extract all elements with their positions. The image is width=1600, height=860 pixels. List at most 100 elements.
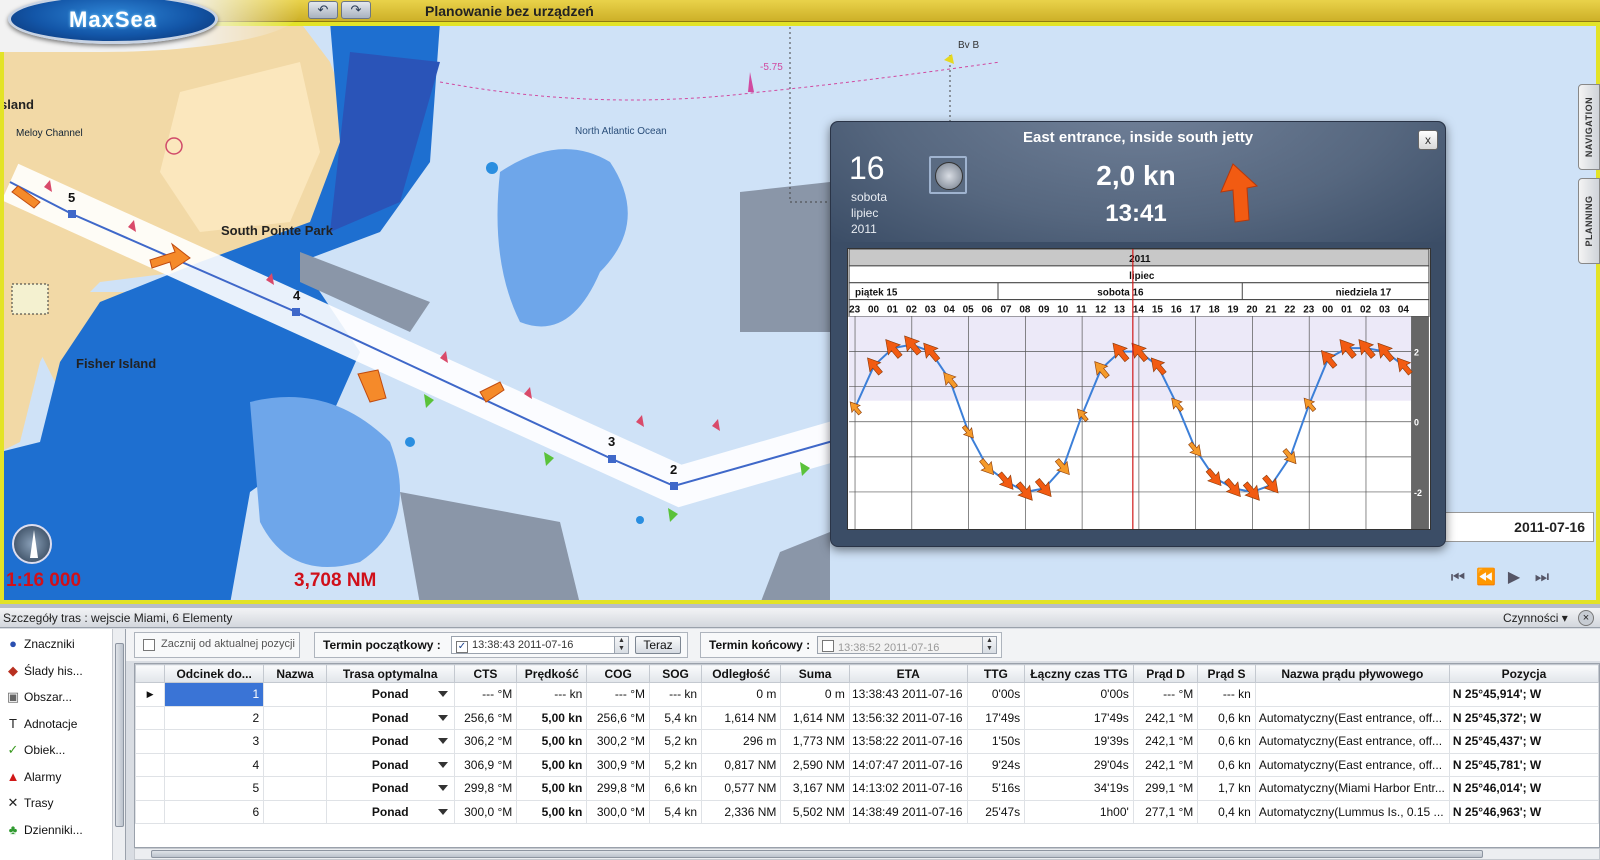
undo-icon: ↶ <box>317 2 329 17</box>
table-cell[interactable]: Ponad <box>325 776 455 801</box>
start-time-group: Termin początkowy : ✓ 13:38:43 2011-07-16… <box>314 632 688 658</box>
tidal-current-chart[interactable]: 2011lipiecpiątek 15 sobota 16 niedziela 17… <box>847 248 1431 530</box>
table-row[interactable]: 4 Ponad 306,9 °M 5,00 kn 300,9 °M 5,2 kn 0,817… <box>135 752 1599 777</box>
table-cell: 299,8 °M <box>586 776 651 801</box>
table-horizontal-scrollbar[interactable] <box>134 848 1600 860</box>
table-cell: 5,4 kn <box>649 705 703 730</box>
table-cell: 5,00 kn <box>516 705 588 730</box>
table-cell: 25'47s <box>966 799 1026 824</box>
column-header[interactable]: Trasa optymalna <box>325 664 455 683</box>
sidebar-item-7[interactable]: ✕ Trasy <box>0 790 112 816</box>
column-header[interactable]: Prąd S <box>1197 664 1256 683</box>
table-cell: 0,6 kn <box>1197 752 1256 777</box>
sidebar-item-label: Alarmy <box>24 769 62 784</box>
column-header[interactable]: SOG <box>649 664 703 683</box>
column-header[interactable]: COG <box>586 664 651 683</box>
north-arrow-icon[interactable] <box>12 524 52 564</box>
dropdown-arrow-icon[interactable] <box>437 808 448 815</box>
start-time-checkbox[interactable]: ✓ <box>456 641 468 653</box>
table-cell: 0,577 NM <box>701 776 782 801</box>
waypoint-2-label[interactable]: 2 <box>670 462 677 477</box>
skip-start-icon[interactable]: ⏮ <box>1446 566 1470 590</box>
column-header[interactable]: Odległość <box>701 664 782 683</box>
table-cell[interactable]: Ponad <box>325 752 455 777</box>
column-header[interactable]: ETA <box>848 664 968 683</box>
column-header[interactable]: CTS <box>453 664 518 683</box>
play-icon[interactable]: ▶ <box>1502 566 1526 590</box>
table-cell: 2,590 NM <box>780 752 850 777</box>
table-cell: 0,4 kn <box>1197 799 1256 824</box>
actions-menu[interactable]: Czynności ▾ <box>1503 611 1568 625</box>
hour-label: 03 <box>925 305 937 316</box>
popup-close-button[interactable]: x <box>1418 130 1438 150</box>
column-header[interactable]: Pozycja <box>1448 664 1599 683</box>
current-direction-arrow-icon <box>1220 163 1259 223</box>
dropdown-arrow-icon[interactable] <box>437 691 448 697</box>
sidebar-item-8[interactable]: ♣ Dzienniki... <box>0 817 112 843</box>
end-time-checkbox[interactable] <box>822 640 834 652</box>
column-header[interactable]: Nazwa prądu pływowego <box>1254 664 1450 683</box>
sidebar-item-2[interactable]: ◆ Ślady his... <box>0 658 112 684</box>
table-cell[interactable]: Ponad <box>325 682 455 707</box>
table-cell[interactable]: Ponad <box>325 705 455 730</box>
sidebar-scrollbar[interactable] <box>112 629 125 860</box>
table-row[interactable]: ▶ 1 Ponad --- °M --- kn --- °M --- kn 0 m0 m 13:… <box>135 682 1599 707</box>
column-header[interactable]: Łączny czas TTG <box>1024 664 1134 683</box>
table-cell: --- °M <box>586 682 651 707</box>
route-time-controls: Zacznij od aktualnej pozycji Termin pocz… <box>126 629 1600 661</box>
skip-end-icon[interactable]: ⏭ <box>1530 566 1554 590</box>
table-cell[interactable]: Ponad <box>325 729 455 754</box>
clock-icon[interactable] <box>929 156 967 194</box>
end-time-spinner[interactable]: ▲ ▼ <box>982 637 996 653</box>
table-cell[interactable]: Ponad <box>325 799 455 824</box>
waypoint-4-label[interactable]: 4 <box>293 288 300 303</box>
redo-button[interactable]: ↷ <box>341 1 371 19</box>
column-header[interactable]: TTG <box>966 664 1026 683</box>
waypoint-3-label[interactable]: 3 <box>608 434 615 449</box>
undo-button[interactable]: ↶ <box>308 1 338 19</box>
scrollbar-thumb[interactable] <box>151 850 1483 858</box>
column-header[interactable]: Prąd D <box>1132 664 1199 683</box>
table-row[interactable]: 5 Ponad 299,8 °M 5,00 kn 299,8 °M 6,6 kn 0,577… <box>135 776 1599 801</box>
sidebar-item-5[interactable]: ✓ Obiek... <box>0 737 112 763</box>
sidebar-item-1[interactable]: ● Znaczniki <box>0 631 112 657</box>
dropdown-arrow-icon[interactable] <box>437 785 448 791</box>
table-row[interactable]: 3 Ponad 306,2 °M 5,00 kn 300,2 °M 5,2 kn 296 m… <box>135 729 1599 754</box>
end-time-field[interactable]: 13:38:52 2011-07-16 ▲ ▼ <box>817 636 997 654</box>
sidebar-item-4[interactable]: T Adnotacje <box>0 711 112 737</box>
table-cell: --- kn <box>649 682 703 707</box>
waypoint-5-marker <box>68 210 76 218</box>
dropdown-arrow-icon[interactable] <box>437 714 448 721</box>
start-time-spinner[interactable]: ▲ ▼ <box>614 637 628 653</box>
table-row[interactable]: 2 Ponad 256,6 °M 5,00 kn 256,6 °M 5,4 kn 1,614… <box>135 705 1599 730</box>
column-header[interactable]: Odcinek do... <box>164 664 265 683</box>
table-cell: 34'19s <box>1024 776 1134 801</box>
column-header[interactable]: Prędkość <box>516 664 588 683</box>
tab-navigation[interactable]: NAVIGATION <box>1578 84 1600 170</box>
start-from-position-checkbox[interactable] <box>143 639 155 651</box>
dropdown-arrow-icon[interactable] <box>437 738 448 744</box>
table-cell: 5,00 kn <box>516 799 588 824</box>
sidebar-item-3[interactable]: ▣ Obszar... <box>0 684 112 710</box>
table-cell: 5,2 kn <box>649 752 703 777</box>
start-time-field[interactable]: ✓ 13:38:43 2011-07-16 ▲ ▼ <box>451 636 629 654</box>
scrollbar-thumb[interactable] <box>115 643 124 827</box>
now-button[interactable]: Teraz <box>635 636 681 654</box>
mode-title: Planowanie bez urządzeń <box>425 3 594 19</box>
dropdown-arrow-icon[interactable] <box>437 761 448 768</box>
column-header[interactable]: Nazwa <box>263 664 327 683</box>
table-cell: 9'24s <box>966 752 1026 777</box>
column-header[interactable] <box>135 664 166 683</box>
close-panel-button[interactable]: × <box>1578 610 1594 626</box>
table-cell: 306,9 °M <box>453 752 518 777</box>
tab-planning[interactable]: PLANNING <box>1578 178 1600 264</box>
step-back-icon[interactable]: ⏪ <box>1474 566 1498 590</box>
sidebar-item-6[interactable]: ▲ Alarmy <box>0 764 112 790</box>
table-cell: 1,7 kn <box>1197 776 1256 801</box>
sidebar-item-label: Znaczniki <box>24 637 75 651</box>
waypoint-5-label[interactable]: 5 <box>68 190 75 205</box>
title-bar: MaxSea ↶ ↷ Planowanie bez urządzeń <box>0 0 1600 52</box>
table-row[interactable]: 6 Ponad 300,0 °M 5,00 kn 300,0 °M 5,4 kn 2,336… <box>135 799 1599 824</box>
hour-label: 17 <box>1190 305 1202 316</box>
column-header[interactable]: Suma <box>780 664 850 683</box>
